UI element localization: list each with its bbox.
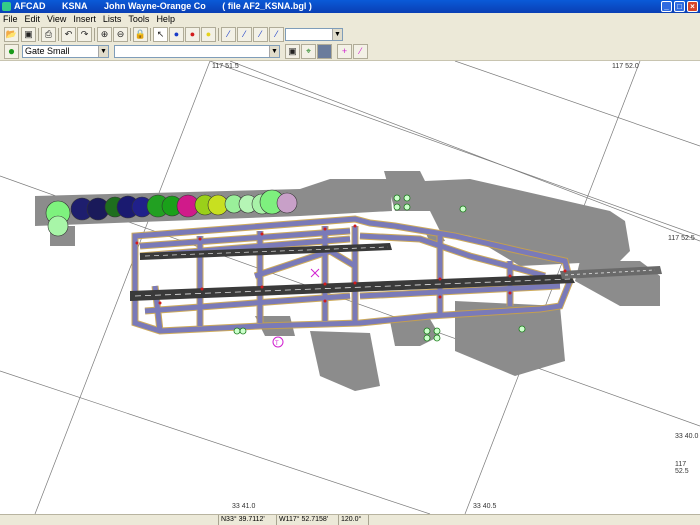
status-spacer	[368, 515, 700, 525]
map-canvas[interactable]: T	[0, 61, 700, 514]
runway-path-icon[interactable]: ⁄	[237, 27, 252, 42]
latitude-readout: N33° 39.7112'	[218, 515, 276, 525]
airport-name: John Wayne-Orange Co	[104, 1, 206, 11]
icao-code: KSNA	[62, 1, 88, 11]
toolbar-separator	[38, 28, 39, 41]
background-image-icon[interactable]	[317, 44, 332, 59]
toolbar-separator	[218, 28, 219, 41]
coord-label: 117 52.5	[668, 235, 695, 242]
select-pointer-icon[interactable]: ↖	[153, 27, 168, 42]
print-icon[interactable]: ⎙	[41, 27, 56, 42]
gate-type-select[interactable]: Gate Small ▼	[22, 45, 109, 58]
heading-readout: 120.0°	[338, 515, 368, 525]
measure-icon[interactable]: ⁄	[353, 44, 368, 59]
minimize-button[interactable]: _	[661, 1, 672, 12]
menu-lists[interactable]: Lists	[103, 13, 122, 26]
layer-combo[interactable]: ▼	[285, 28, 343, 41]
app-icon	[2, 2, 11, 11]
toolbar-separator	[58, 28, 59, 41]
undo-icon[interactable]: ↶	[61, 27, 76, 42]
coord-label: 117 52.5	[675, 461, 689, 475]
tower-icon[interactable]: +	[337, 44, 352, 59]
airport-map-view[interactable]: T 117 51.5 117 52.0 117 52.5 33 40.0 117…	[0, 61, 700, 514]
maximize-button[interactable]: □	[674, 1, 685, 12]
parking-path-icon[interactable]: ⁄	[253, 27, 268, 42]
menu-help[interactable]: Help	[156, 13, 175, 26]
close-button[interactable]: ×	[687, 1, 698, 12]
menu-file[interactable]: File	[3, 13, 18, 26]
secondary-toolbar: ● Gate Small ▼ ▼ ▣ ⌖ + ⁄	[0, 43, 700, 61]
apron-icon[interactable]: ▣	[285, 44, 300, 59]
main-toolbar: 📂 ▣ ⎙ ↶ ↷ ⊕ ⊖ 🔒 ↖ ● ● ● ⁄ ⁄ ⁄ ⁄ ▼	[0, 26, 700, 44]
chevron-down-icon[interactable]: ▼	[269, 46, 279, 57]
red-node-icon[interactable]: ●	[185, 27, 200, 42]
coord-label: 33 40.5	[473, 503, 497, 510]
longitude-readout: W117° 52.7158'	[276, 515, 338, 525]
toolbar-separator	[94, 28, 95, 41]
airline-code-select[interactable]: ▼	[114, 45, 280, 58]
vehicle-path-icon[interactable]: ⁄	[269, 27, 284, 42]
status-bar: N33° 39.7112' W117° 52.7158' 120.0°	[0, 514, 700, 525]
zoom-out-icon[interactable]: ⊖	[113, 27, 128, 42]
chevron-down-icon[interactable]: ▼	[98, 46, 108, 57]
start-location-icon[interactable]: ⌖	[301, 44, 316, 59]
blue-node-icon[interactable]: ●	[169, 27, 184, 42]
coord-label: 117 52.0	[612, 63, 639, 70]
redo-icon[interactable]: ↷	[77, 27, 92, 42]
menu-tools[interactable]: Tools	[128, 13, 149, 26]
green-status-icon[interactable]: ●	[4, 44, 19, 59]
chevron-down-icon[interactable]: ▼	[332, 29, 342, 40]
taxi-path-icon[interactable]: ⁄	[221, 27, 236, 42]
app-name: AFCAD	[14, 1, 46, 11]
open-icon[interactable]: 📂	[4, 27, 19, 42]
file-name: ( file AF2_KSNA.bgl )	[222, 1, 312, 11]
lock-icon[interactable]: 🔒	[133, 27, 148, 42]
menu-edit[interactable]: Edit	[25, 13, 41, 26]
coord-label: 33 41.0	[232, 503, 256, 510]
toolbar-separator	[130, 28, 131, 41]
save-icon[interactable]: ▣	[21, 27, 36, 42]
svg-text:T: T	[275, 341, 279, 347]
title-bar: AFCAD KSNA John Wayne-Orange Co ( file A…	[0, 0, 700, 13]
menu-insert[interactable]: Insert	[73, 13, 96, 26]
menu-view[interactable]: View	[47, 13, 66, 26]
yellow-node-icon[interactable]: ●	[201, 27, 216, 42]
coord-label: 33 40.0	[675, 433, 699, 440]
toolbar-separator	[150, 28, 151, 41]
zoom-in-icon[interactable]: ⊕	[97, 27, 112, 42]
window-title: AFCAD KSNA John Wayne-Orange Co ( file A…	[14, 0, 700, 13]
coord-label: 117 51.5	[212, 63, 239, 70]
menu-bar: File Edit View Insert Lists Tools Help	[0, 13, 700, 26]
gate-type-value: Gate Small	[25, 46, 70, 56]
